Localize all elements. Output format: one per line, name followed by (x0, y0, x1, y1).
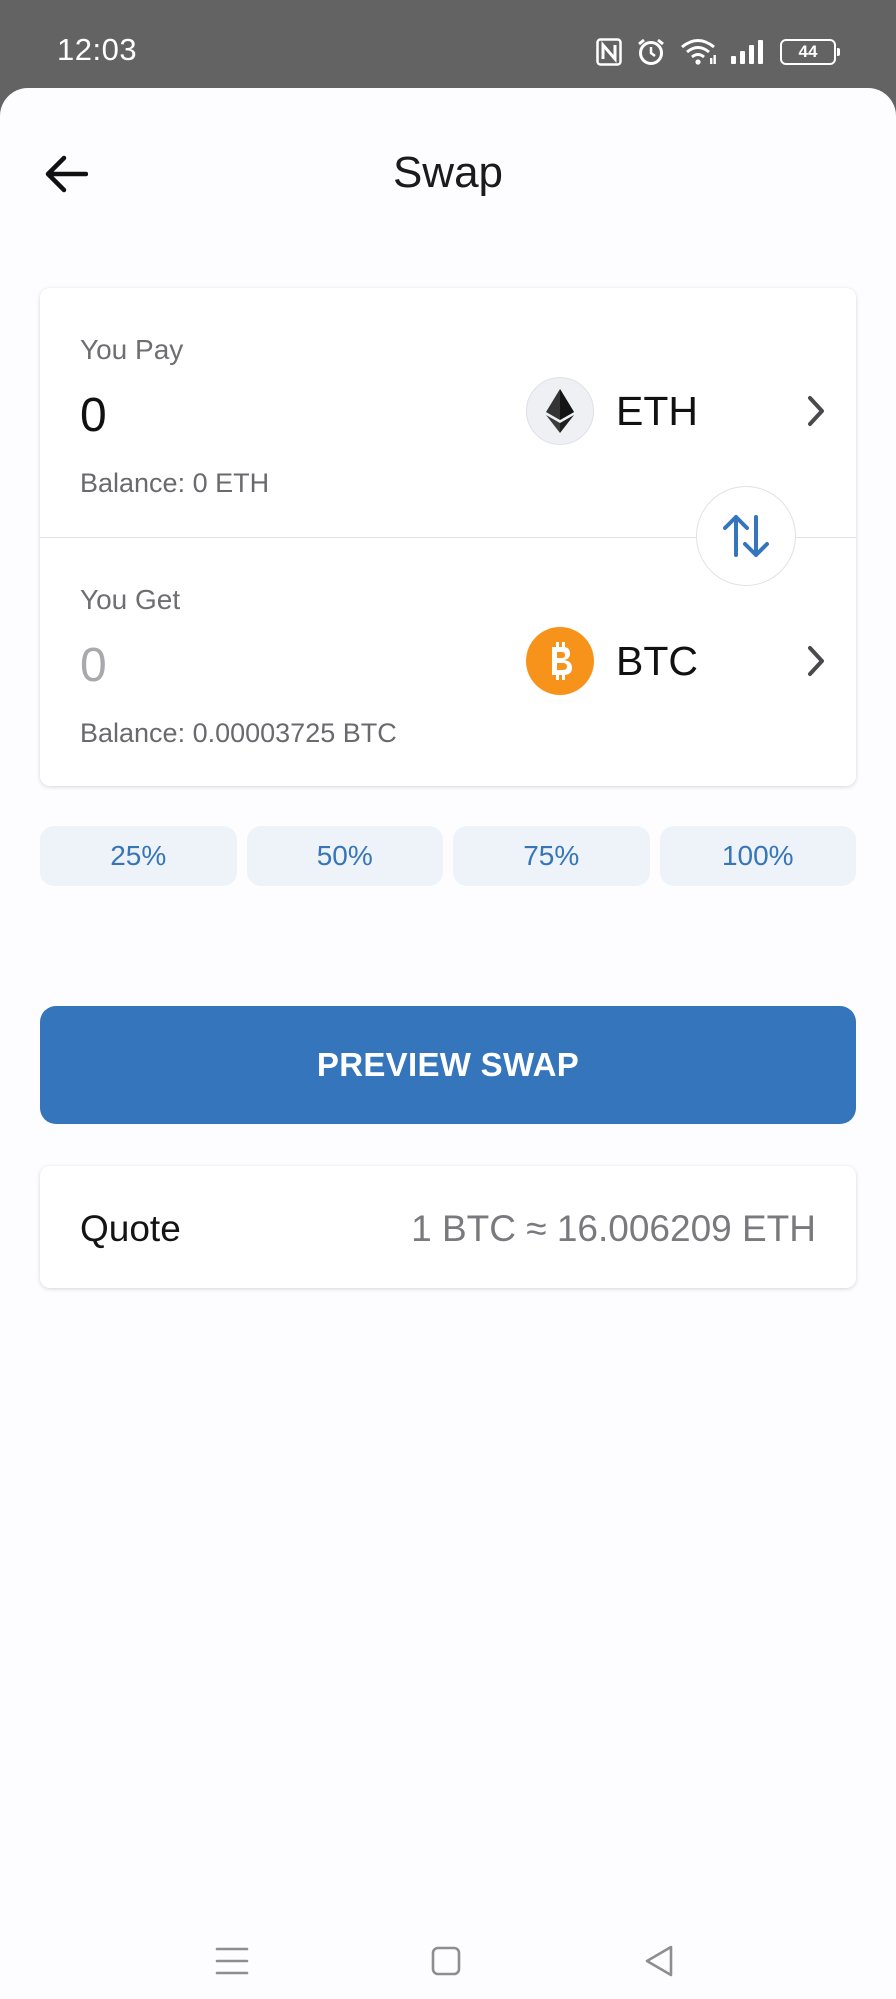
header: Swap (0, 88, 896, 248)
preview-swap-button[interactable]: PREVIEW SWAP (40, 1006, 856, 1124)
signal-icon (730, 39, 766, 65)
swap-direction-button[interactable] (696, 486, 796, 586)
percent-row: 25% 50% 75% 100% (40, 826, 856, 886)
chevron-right-icon (796, 641, 836, 681)
nfc-icon (596, 38, 622, 66)
back-triangle-icon (645, 1945, 673, 1977)
back-nav-button[interactable] (624, 1926, 694, 1996)
get-amount-input[interactable] (80, 638, 380, 693)
battery-icon: 44 (780, 39, 840, 65)
status-bar: 12:03 44 (0, 0, 896, 100)
pay-amount-input[interactable] (80, 388, 380, 443)
home-button[interactable] (411, 1926, 481, 1996)
system-nav-bar (0, 1926, 896, 1996)
percent-100-button[interactable]: 100% (659, 826, 856, 886)
eth-logo-icon (526, 377, 594, 445)
get-balance: Balance: 0.00003725 BTC (80, 718, 397, 748)
swap-arrows-icon (723, 515, 769, 557)
percent-50-button[interactable]: 50% (246, 826, 443, 886)
percent-25-button[interactable]: 25% (40, 826, 237, 886)
pay-token-selector[interactable]: ETH (526, 376, 836, 446)
home-square-icon (431, 1946, 461, 1976)
alarm-icon (636, 37, 666, 67)
menu-button[interactable] (197, 1926, 267, 1996)
wifi-icon (680, 38, 716, 66)
swap-card: You Pay Balance: 0 ETH ETH (40, 288, 856, 786)
menu-icon (215, 1947, 249, 1975)
quote-label: Quote (80, 1208, 181, 1249)
quote-value: 1 BTC ≈ 16.006209 ETH (411, 1208, 816, 1249)
chevron-right-icon (796, 391, 836, 431)
swap-screen: Swap You Pay Balance: 0 ETH ETH (0, 88, 896, 1999)
percent-75-button[interactable]: 75% (453, 826, 650, 886)
pay-token-symbol: ETH (616, 387, 698, 434)
pay-label: You Pay (80, 334, 184, 365)
get-token-symbol: BTC (616, 637, 698, 684)
pay-balance: Balance: 0 ETH (80, 468, 270, 498)
btc-logo-icon (526, 627, 594, 695)
get-label: You Get (80, 584, 181, 615)
status-icons: 44 (596, 36, 840, 68)
page-title: Swap (392, 148, 504, 197)
get-token-selector[interactable]: BTC (526, 626, 836, 696)
quote-card: Quote 1 BTC ≈ 16.006209 ETH (40, 1166, 856, 1288)
status-time: 12:03 (57, 32, 138, 67)
